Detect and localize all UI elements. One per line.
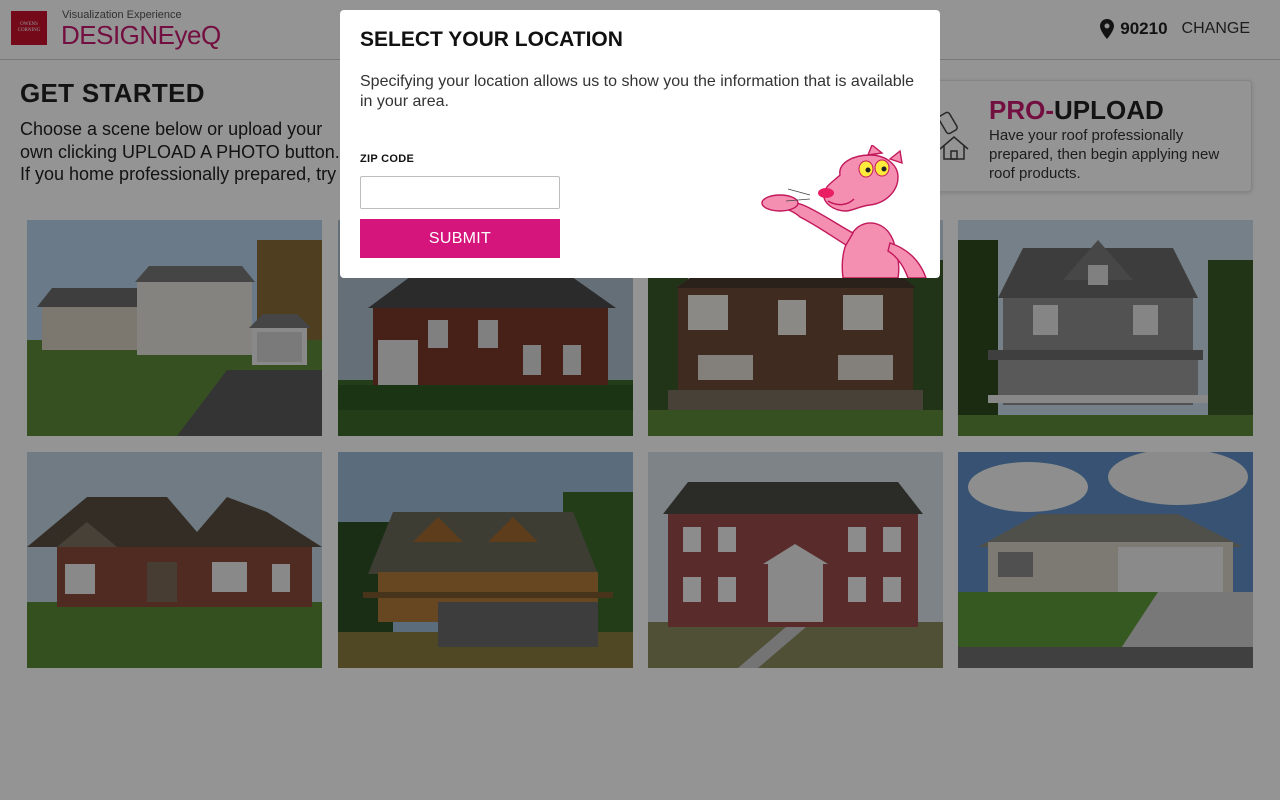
location-modal: SELECT YOUR LOCATION Specifying your loc… <box>340 10 940 278</box>
zip-code-label: ZIP CODE <box>360 153 415 165</box>
submit-button[interactable]: SUBMIT <box>360 219 560 258</box>
zip-code-input[interactable] <box>360 176 560 209</box>
modal-description: Specifying your location allows us to sh… <box>360 73 915 110</box>
pink-panther-mascot <box>761 145 927 278</box>
modal-title: SELECT YOUR LOCATION <box>360 28 623 51</box>
